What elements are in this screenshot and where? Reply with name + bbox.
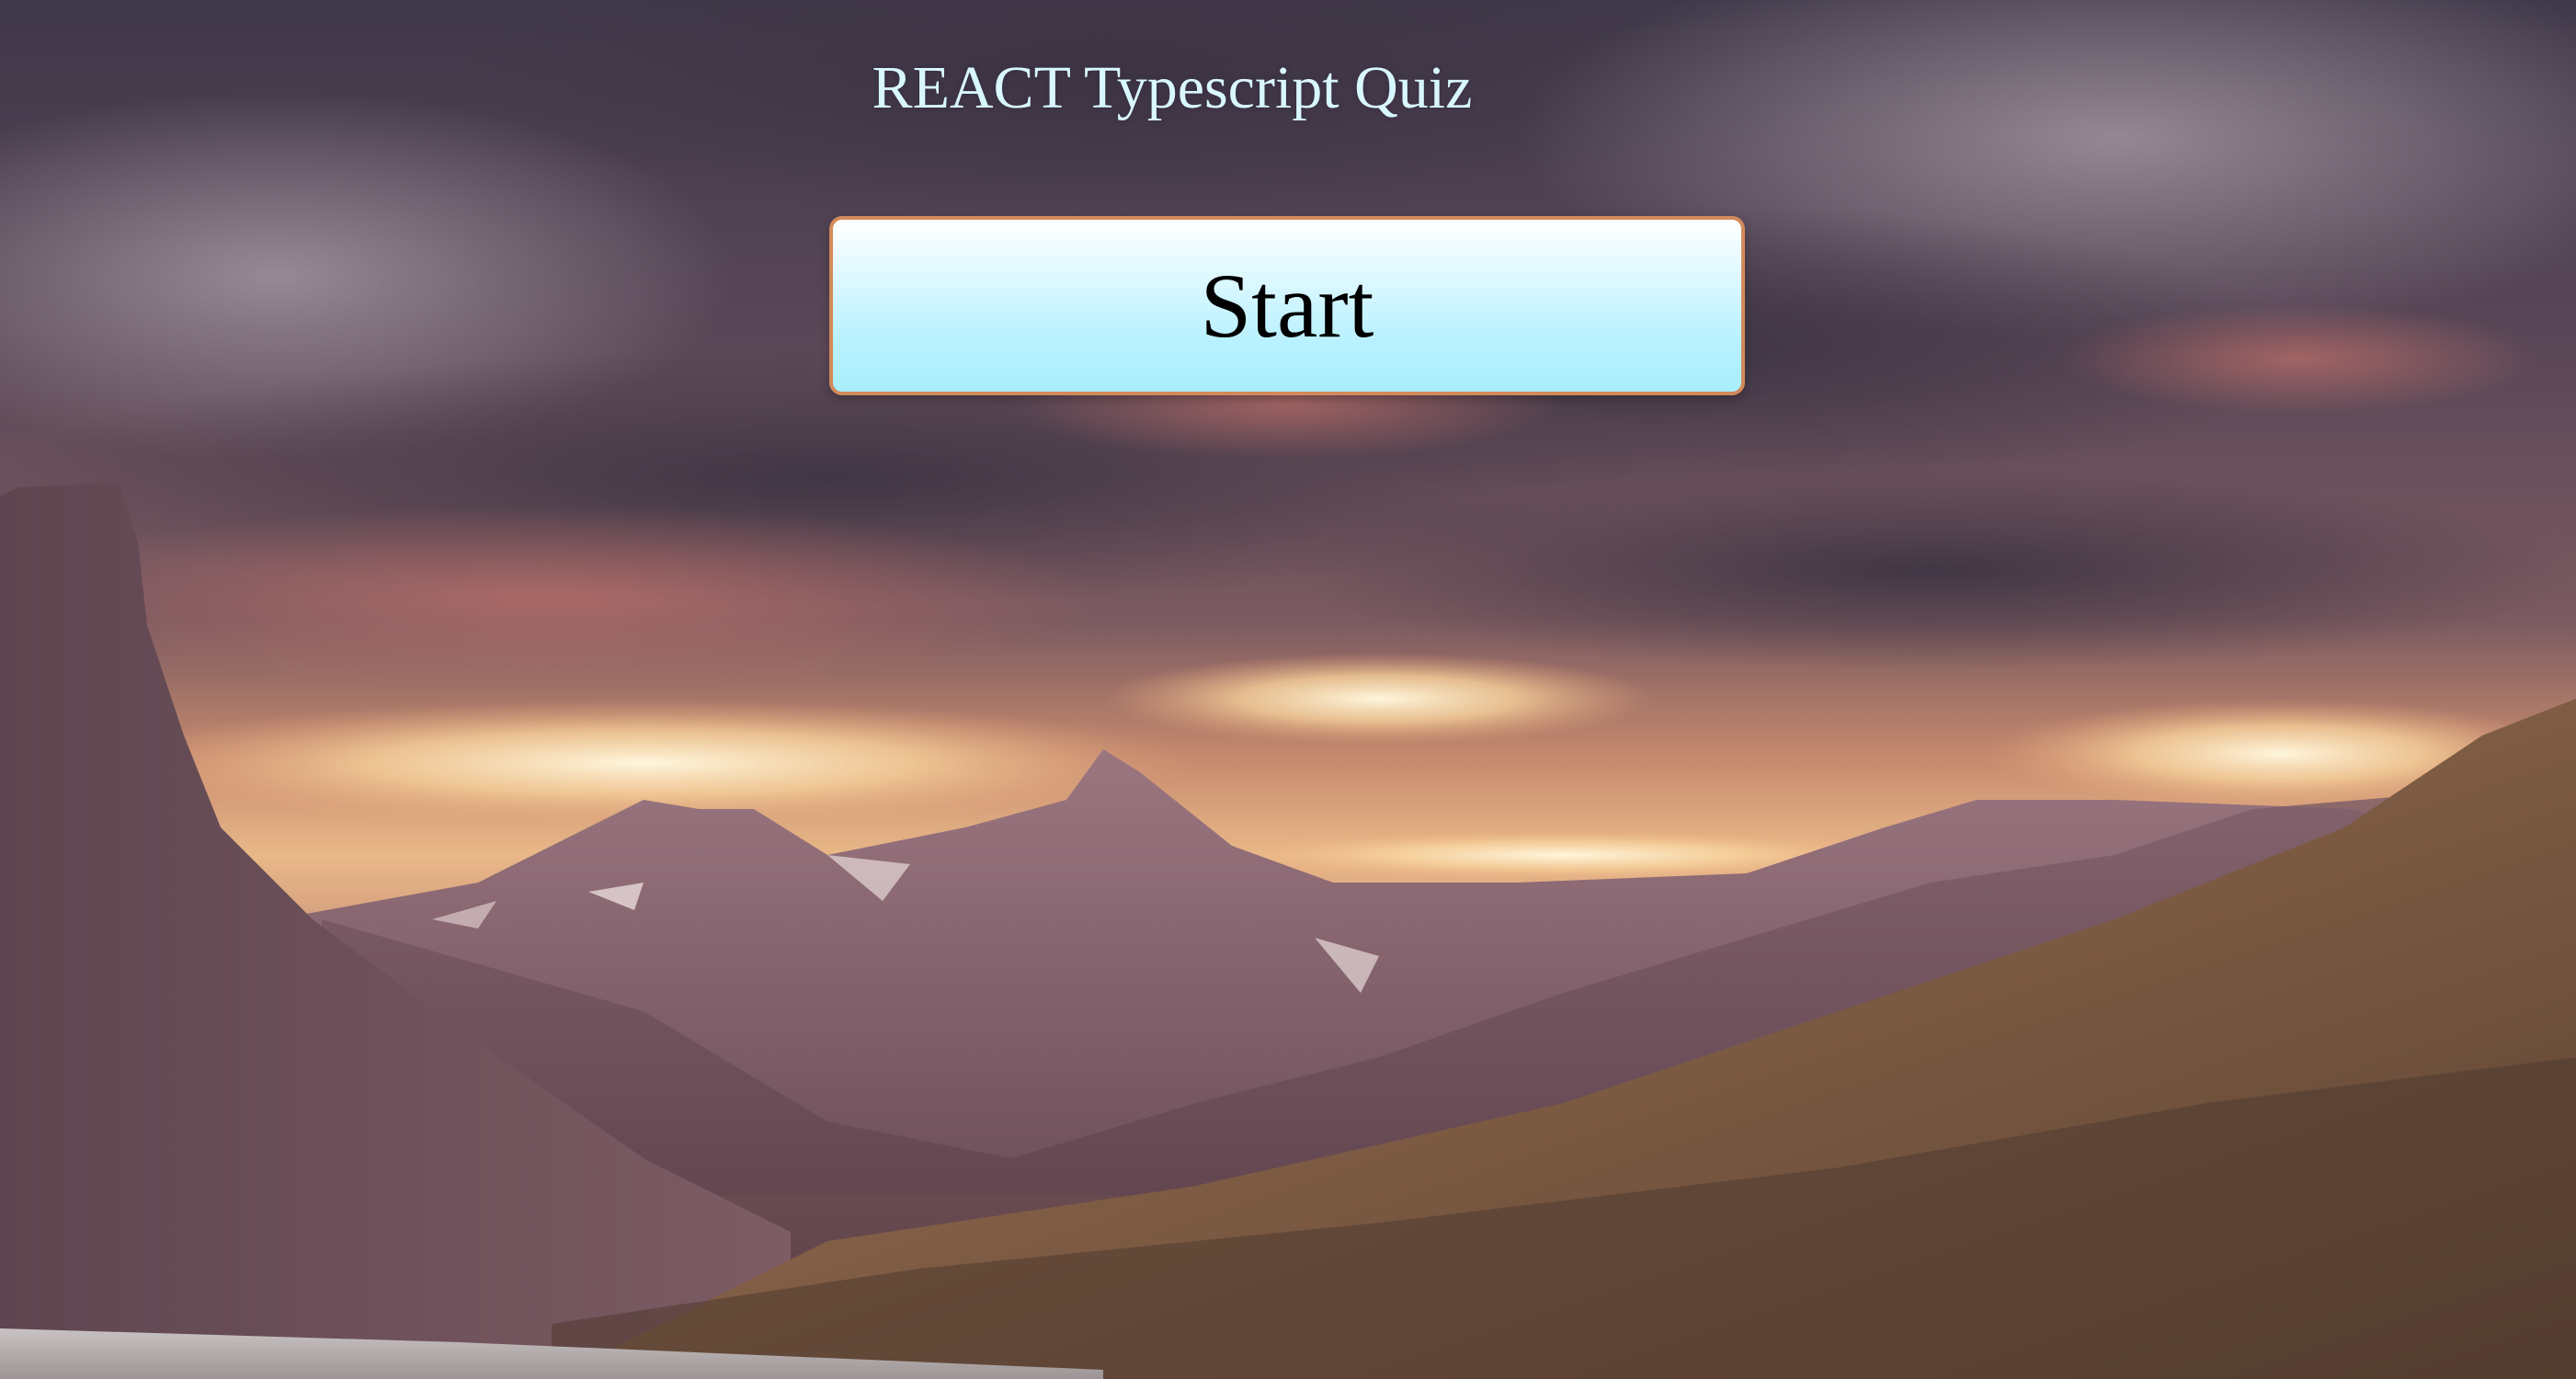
app-title: REACT Typescript Quiz: [872, 54, 1473, 121]
landscape-background-image: [0, 0, 2576, 1379]
start-button[interactable]: Start: [829, 216, 1745, 395]
